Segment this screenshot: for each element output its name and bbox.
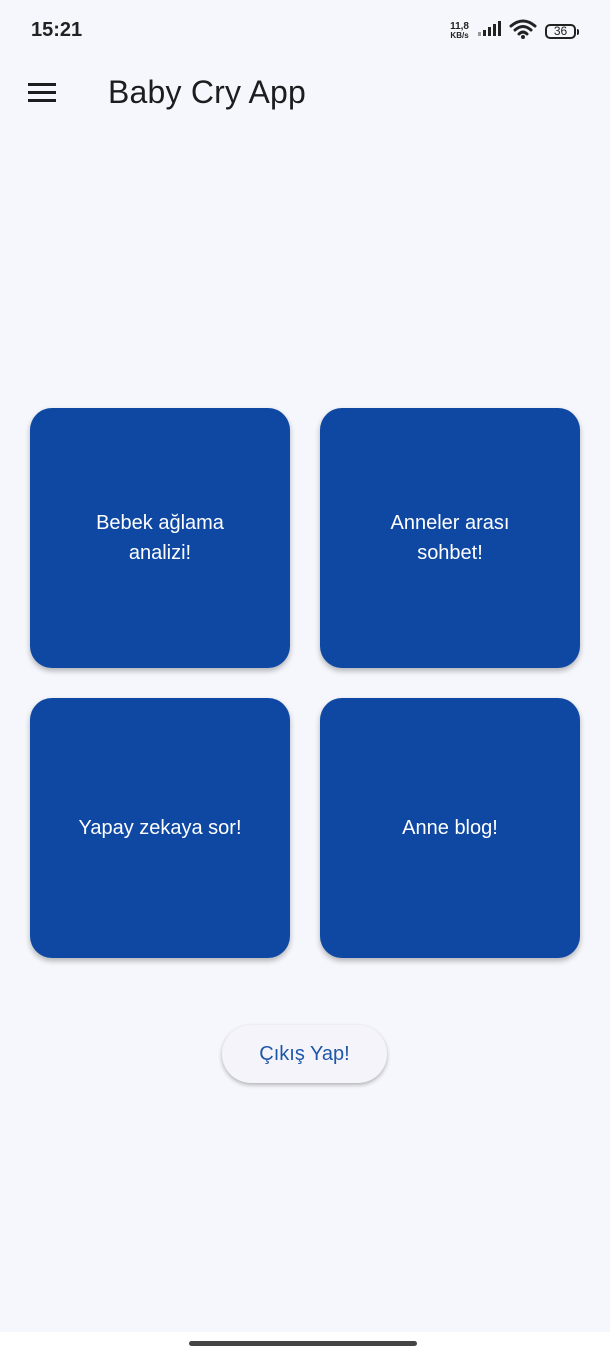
status-bar: 15:21 11,8 KB/s 36 bbox=[0, 0, 610, 62]
network-speed: 11,8 KB/s bbox=[450, 21, 469, 41]
mothers-chat-tile[interactable]: Anneler arası sohbet! bbox=[320, 408, 580, 668]
signal-icon bbox=[477, 20, 501, 42]
network-speed-value: 11,8 bbox=[450, 21, 469, 32]
cry-analysis-tile[interactable]: Bebek ağlama analizi! bbox=[30, 408, 290, 668]
tile-label: Anne blog! bbox=[402, 817, 498, 839]
tile-label: Anneler arası sohbet! bbox=[390, 512, 510, 564]
hamburger-menu-icon bbox=[27, 81, 57, 108]
system-nav-bar bbox=[0, 1332, 610, 1356]
app-bar: Baby Cry App bbox=[0, 62, 610, 126]
wifi-icon bbox=[509, 19, 537, 44]
tile-label: Bebek ağlama analizi! bbox=[96, 512, 224, 564]
tile-label: Yapay zekaya sor! bbox=[78, 817, 242, 839]
app-title: Baby Cry App bbox=[108, 74, 307, 110]
menu-button[interactable] bbox=[24, 76, 60, 112]
status-icons: 11,8 KB/s 36 bbox=[450, 18, 579, 44]
ask-ai-tile[interactable]: Yapay zekaya sor! bbox=[30, 698, 290, 958]
home-indicator[interactable] bbox=[189, 1341, 417, 1346]
status-time: 15:21 bbox=[31, 19, 83, 41]
battery-icon: 36 bbox=[545, 23, 579, 39]
logout-button[interactable]: Çıkış Yap! bbox=[222, 1025, 387, 1083]
mother-blog-tile[interactable]: Anne blog! bbox=[320, 698, 580, 958]
logout-label: Çıkış Yap! bbox=[259, 1042, 350, 1065]
battery-level: 36 bbox=[553, 24, 568, 38]
network-speed-unit: KB/s bbox=[450, 31, 469, 40]
